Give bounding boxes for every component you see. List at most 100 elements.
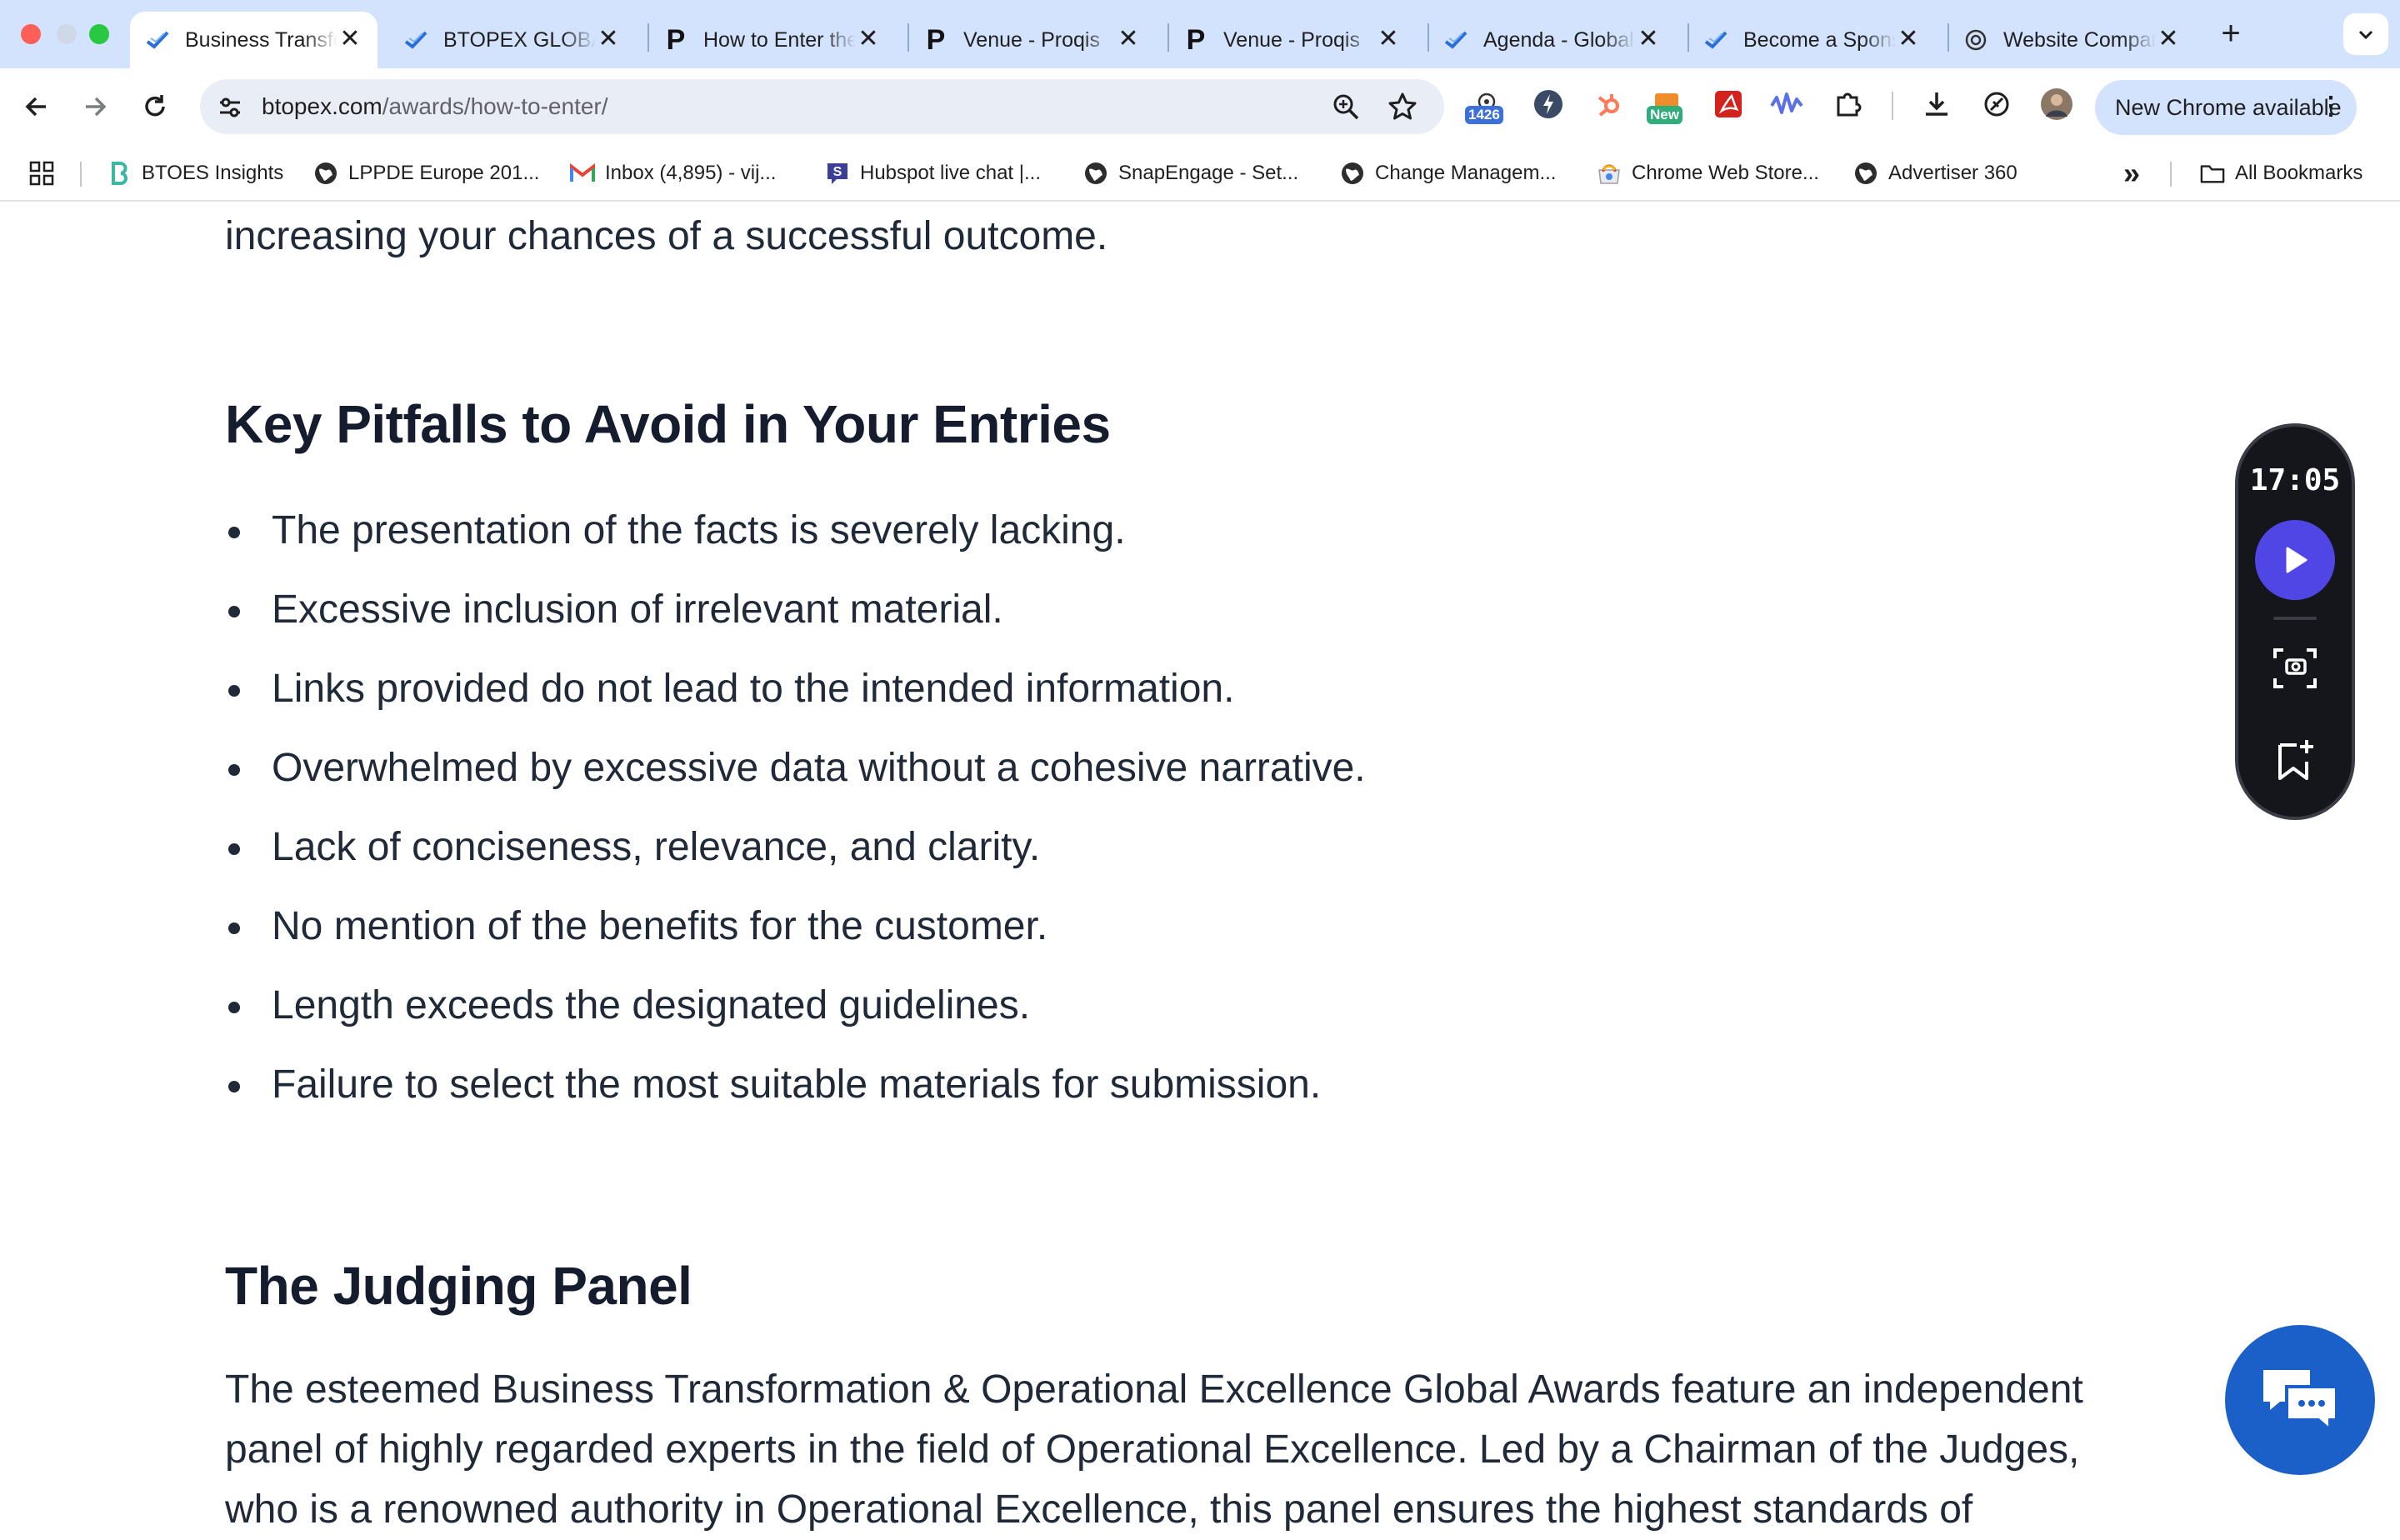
judging-heading: The Judging Panel: [225, 1256, 692, 1316]
bookmark-btoes-insights[interactable]: BTOES Insights: [107, 157, 283, 190]
new-badge: New: [1647, 106, 1682, 124]
tab-title: Venue - Proqis: [963, 28, 1100, 52]
bookmark-change-management[interactable]: Change Managem...: [1340, 157, 1556, 190]
extension-bolt-button[interactable]: [1530, 86, 1567, 122]
tab-venue-proqis-2[interactable]: P Venue - Proqis ✕: [1168, 12, 1416, 68]
bookmark-lppde-europe[interactable]: LPPDE Europe 201...: [313, 157, 539, 190]
play-button[interactable]: [2255, 520, 2335, 600]
bookmark-label: SnapEngage - Set...: [1118, 162, 1299, 184]
openai-icon: [1963, 28, 1988, 52]
bookmark-advertiser-360[interactable]: Advertiser 360: [1853, 157, 2018, 190]
bookmark-label: LPPDE Europe 201...: [348, 162, 540, 184]
reload-icon: [145, 95, 165, 117]
toolbar-separator: [1892, 92, 1893, 120]
acrobat-extension-button[interactable]: [1710, 86, 1747, 122]
tab-search-button[interactable]: [2343, 13, 2388, 55]
tab-close-icon[interactable]: ✕: [856, 27, 881, 52]
bookmark-chrome-web-store[interactable]: Chrome Web Store...: [1597, 157, 1819, 190]
tab-title: Agenda - Global: [1483, 28, 1634, 52]
add-bookmark-icon[interactable]: [2272, 737, 2318, 783]
btoes-checkmark-icon: [1443, 28, 1468, 52]
tab-close-icon[interactable]: ✕: [1896, 27, 1921, 52]
site-settings-icon[interactable]: [217, 94, 243, 121]
extension-count-badge: 1426: [1465, 106, 1503, 124]
update-chrome-button[interactable]: New Chrome available ⋮: [2095, 80, 2357, 135]
globe-icon: [1083, 161, 1108, 186]
downloads-button[interactable]: [1918, 86, 1955, 122]
live-chat-button[interactable]: [2225, 1325, 2375, 1475]
bookmarks-bar: BTOES Insights LPPDE Europe 201... Inbox…: [0, 145, 2400, 202]
btoes-checkmark-icon: [403, 28, 428, 52]
tab-close-icon[interactable]: ✕: [338, 27, 362, 52]
bookmarks-overflow-button[interactable]: »: [2123, 156, 2140, 190]
screen-recorder-widget: 17:05: [2235, 423, 2355, 820]
tab-close-icon[interactable]: ✕: [2156, 27, 2181, 52]
bookmarks-separator: [2170, 162, 2172, 187]
tab-become-sponsor[interactable]: Become a Sponsor ✕: [1688, 12, 1936, 68]
bookmark-label: Hubspot live chat |...: [860, 162, 1042, 184]
new-tab-button[interactable]: +: [2212, 17, 2249, 53]
pitfalls-heading: Key Pitfalls to Avoid in Your Entries: [225, 394, 1111, 454]
extensions-button[interactable]: [1830, 86, 1867, 122]
bookmark-star-icon[interactable]: [1387, 91, 1418, 122]
all-bookmarks-label: All Bookmarks: [2235, 162, 2363, 184]
bookmark-gmail-inbox[interactable]: Inbox (4,895) - vij...: [570, 157, 776, 190]
url-path: /awards/how-to-enter/: [382, 93, 608, 119]
window-close-button[interactable]: [21, 24, 41, 44]
screenshot-icon[interactable]: [2272, 645, 2318, 692]
tab-how-to-enter[interactable]: P How to Enter the Awards ✕: [648, 12, 896, 68]
globe-icon: [313, 161, 338, 186]
bookmarks-separator: [80, 162, 82, 187]
tab-title: BTOPEX GLOBAL AWARDS: [443, 28, 596, 52]
wave-extension-button[interactable]: [1768, 86, 1805, 122]
all-bookmarks-button[interactable]: All Bookmarks: [2200, 157, 2362, 190]
intro-text-tail: increasing your chances of a successful …: [225, 214, 1108, 258]
arrow-left-icon: [25, 97, 46, 117]
window-minimize-button[interactable]: [57, 24, 77, 44]
tab-close-icon[interactable]: ✕: [596, 27, 621, 52]
tab-website-compare[interactable]: Website Compare ✕: [1948, 12, 2196, 68]
tab-close-icon[interactable]: ✕: [1636, 27, 1661, 52]
forward-button[interactable]: [75, 87, 115, 127]
bookmark-hubspot-live-chat[interactable]: S Hubspot live chat |...: [825, 157, 1041, 190]
tab-btopex-global[interactable]: BTOPEX GLOBAL AWARDS ✕: [388, 12, 636, 68]
list-item: Failure to select the most suitable mate…: [228, 1059, 1321, 1109]
list-item: The presentation of the facts is severel…: [228, 505, 1126, 555]
bookmark-snapengage[interactable]: SnapEngage - Set...: [1083, 157, 1298, 190]
url-text[interactable]: btopex.com/awards/how-to-enter/: [262, 93, 608, 120]
tab-business-transformation[interactable]: Business Transformation & Operational Ex…: [130, 12, 378, 68]
tab-venue-proqis[interactable]: P Venue - Proqis ✕: [908, 12, 1156, 68]
more-menu-icon[interactable]: ⋮: [2318, 92, 2343, 122]
download-icon: [1926, 92, 1948, 116]
waveform-icon: [1770, 92, 1803, 114]
tab-title: Become a Sponsor: [1743, 28, 1896, 52]
proqis-p-icon: P: [666, 24, 686, 56]
webstore-icon: [1597, 161, 1622, 186]
extension-counter-button[interactable]: 1426: [1465, 86, 1505, 124]
tab-close-icon[interactable]: ✕: [1116, 27, 1141, 52]
url-domain: btopex.com: [262, 93, 382, 119]
tab-close-icon[interactable]: ✕: [1376, 27, 1401, 52]
new-extension-button[interactable]: New: [1647, 86, 1685, 124]
performance-button[interactable]: [1978, 86, 2015, 122]
btoes-checkmark-icon: [145, 28, 170, 52]
bookmark-label: Inbox (4,895) - vij...: [605, 162, 777, 184]
hubspot-icon: [1598, 94, 1619, 117]
proqis-p-icon: P: [926, 24, 946, 56]
tab-agenda-global[interactable]: Agenda - Global ✕: [1428, 12, 1676, 68]
apps-button[interactable]: [28, 157, 55, 190]
recorder-time: 17:05: [2249, 463, 2341, 498]
hubspot-extension-button[interactable]: [1590, 86, 1627, 122]
globe-icon: [1340, 161, 1365, 186]
chat-bubbles-icon: [2263, 1370, 2338, 1434]
zoom-icon[interactable]: [1332, 92, 1360, 121]
avatar: [2041, 88, 2072, 120]
proqis-p-icon: P: [1186, 24, 1206, 56]
back-button[interactable]: [17, 87, 57, 127]
window-zoom-button[interactable]: [89, 24, 109, 44]
profile-button[interactable]: [2038, 86, 2075, 122]
address-bar[interactable]: btopex.com/awards/how-to-enter/: [200, 79, 1444, 134]
pdf-icon: [1715, 91, 1742, 118]
reload-button[interactable]: [135, 87, 175, 127]
update-chrome-label: New Chrome available: [2115, 95, 2342, 120]
